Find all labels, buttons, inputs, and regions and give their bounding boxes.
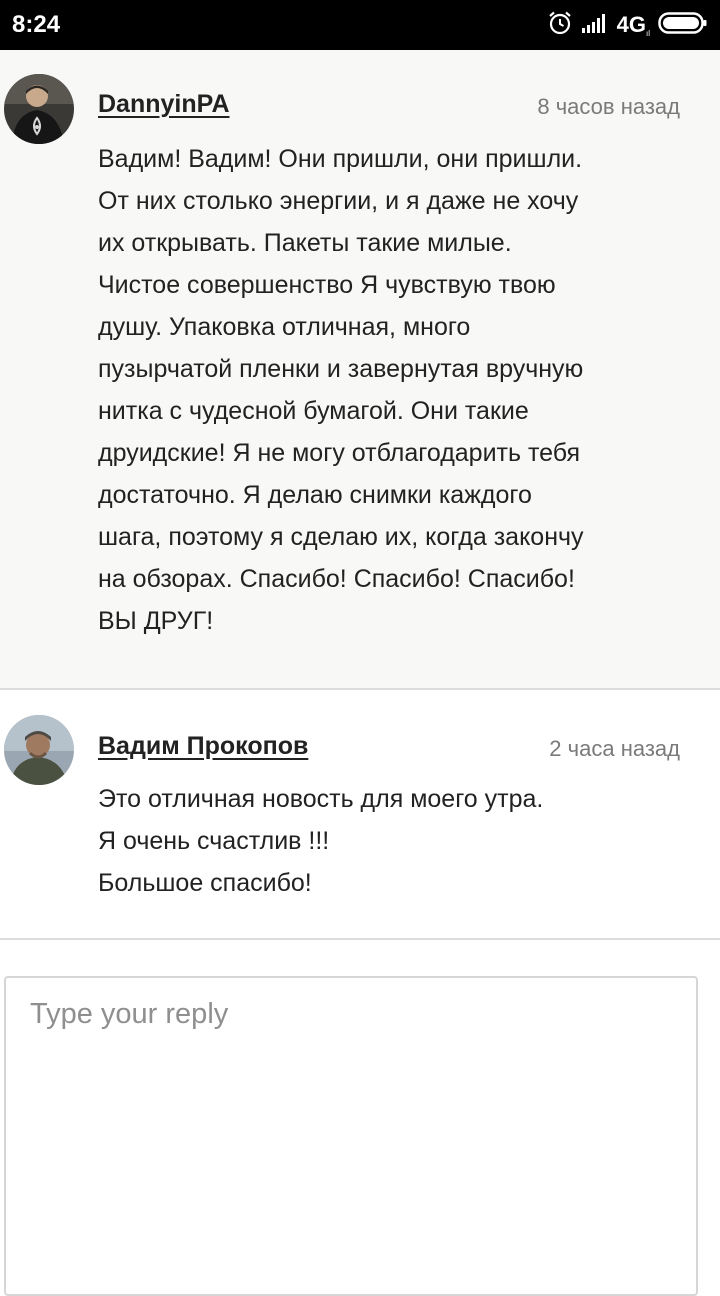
- comment-item: DannyinPA 8 часов назад Вадим! Вадим! Он…: [0, 50, 720, 690]
- reply-input[interactable]: [4, 976, 698, 1296]
- comment-timestamp: 2 часа назад: [549, 736, 680, 761]
- comment-text: Это отличная новость для моего утра. Я о…: [98, 785, 544, 897]
- avatar[interactable]: [4, 74, 74, 144]
- status-time: 8:24: [12, 11, 61, 38]
- comment-author[interactable]: DannyinPA: [98, 90, 230, 119]
- battery-icon: [658, 11, 708, 40]
- status-icons: 4Gıl: [547, 9, 708, 41]
- comment-item: Вадим Прокопов 2 часа назад Это отличная…: [0, 692, 720, 940]
- comment-author[interactable]: Вадим Прокопов: [98, 732, 308, 761]
- avatar[interactable]: [4, 715, 74, 785]
- network-4g-icon: 4Gıl: [616, 12, 650, 38]
- comment-text: Вадим! Вадим! Они пришли, они пришли. От…: [98, 145, 584, 635]
- alarm-icon: [547, 10, 573, 41]
- comment-timestamp: 8 часов назад: [537, 94, 680, 119]
- status-bar: 8:24 4Gıl: [0, 0, 720, 50]
- signal-icon: [581, 12, 609, 39]
